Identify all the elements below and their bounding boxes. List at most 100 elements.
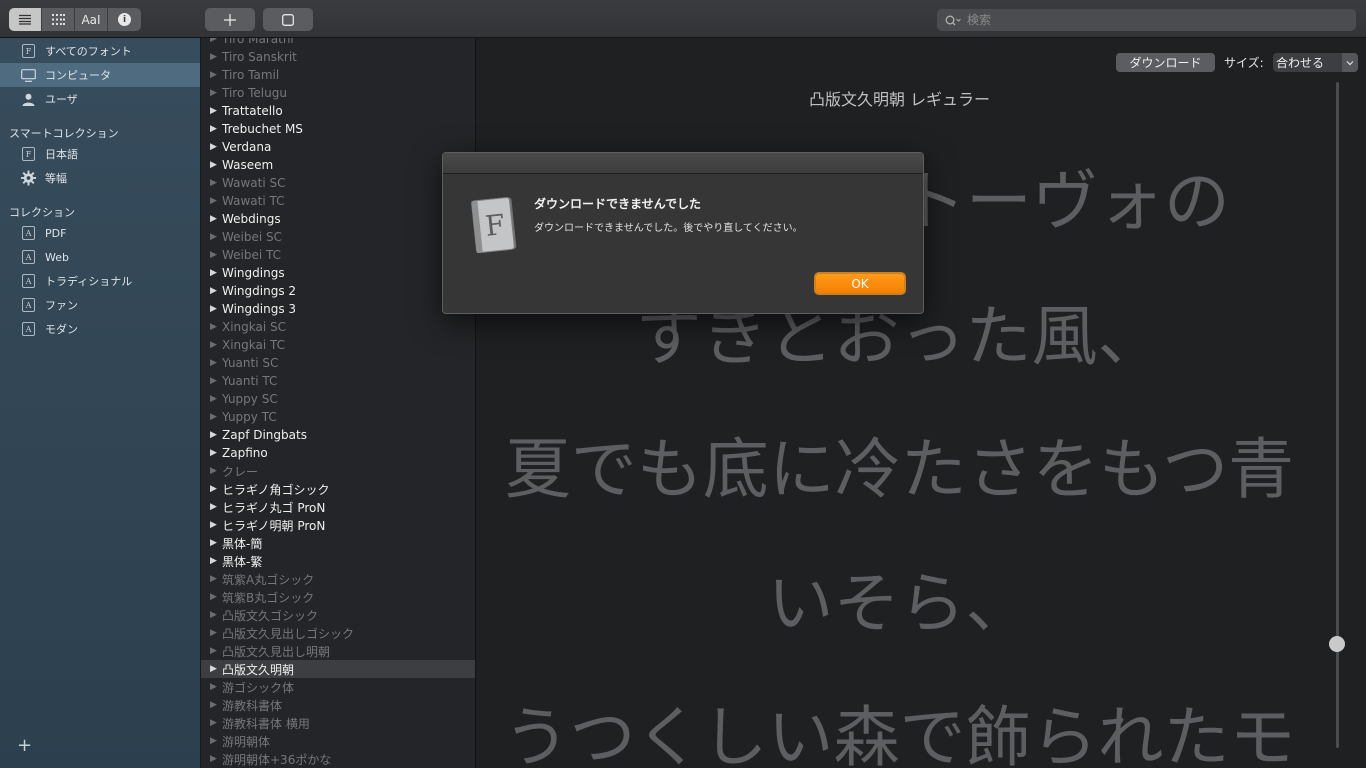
disclosure-triangle-icon[interactable]: ▶ [210, 574, 222, 584]
font-family-row[interactable]: ▶ Yuppy SC [201, 390, 475, 408]
disclosure-triangle-icon[interactable]: ▶ [210, 394, 222, 404]
font-family-row[interactable]: ▶ Tiro Sanskrit [201, 48, 475, 66]
disclosure-triangle-icon[interactable]: ▶ [210, 592, 222, 602]
font-family-row[interactable]: ▶ クレー [201, 462, 475, 480]
grid-view-button[interactable] [42, 8, 75, 31]
search-field[interactable] [937, 9, 1356, 31]
disclosure-triangle-icon[interactable]: ▶ [210, 646, 222, 656]
font-family-row[interactable]: ▶ Xingkai TC [201, 336, 475, 354]
disclosure-triangle-icon[interactable]: ▶ [210, 358, 222, 368]
disclosure-triangle-icon[interactable]: ▶ [210, 520, 222, 530]
sidebar-item-fun[interactable]: A ファン [0, 293, 200, 317]
font-family-row[interactable]: ▶ Weibei TC [201, 246, 475, 264]
list-view-button[interactable] [9, 8, 42, 31]
sidebar-item-japanese[interactable]: F 日本語 [0, 142, 200, 166]
sidebar-item-web[interactable]: A Web [0, 245, 200, 269]
font-family-row[interactable]: ▶ 凸版文久見出しゴシック [201, 624, 475, 642]
disclosure-triangle-icon[interactable]: ▶ [210, 466, 222, 476]
font-family-row[interactable]: ▶ Verdana [201, 138, 475, 156]
disclosure-triangle-icon[interactable]: ▶ [210, 502, 222, 512]
font-family-row[interactable]: ▶ Trattatello [201, 102, 475, 120]
disclosure-triangle-icon[interactable]: ▶ [210, 700, 222, 710]
disclosure-triangle-icon[interactable]: ▶ [210, 664, 222, 674]
disclosure-triangle-icon[interactable]: ▶ [210, 754, 222, 764]
add-font-button[interactable] [205, 8, 255, 31]
preview-window-button[interactable] [263, 8, 313, 31]
font-family-row[interactable]: ▶ Weibei SC [201, 228, 475, 246]
sidebar-item-modern[interactable]: A モダン [0, 317, 200, 341]
font-family-row[interactable]: ▶ Xingkai SC [201, 318, 475, 336]
disclosure-triangle-icon[interactable]: ▶ [210, 682, 222, 692]
font-family-row[interactable]: ▶ Wawati TC [201, 192, 475, 210]
disclosure-triangle-icon[interactable]: ▶ [210, 628, 222, 638]
sidebar-item-pdf[interactable]: A PDF [0, 221, 200, 245]
disclosure-triangle-icon[interactable]: ▶ [210, 160, 222, 170]
font-family-row[interactable]: ▶ 筑紫B丸ゴシック [201, 588, 475, 606]
add-collection-button[interactable]: + [17, 735, 32, 756]
disclosure-triangle-icon[interactable]: ▶ [210, 88, 222, 98]
font-family-row[interactable]: ▶ 凸版文久見出し明朝 [201, 642, 475, 660]
font-family-row[interactable]: ▶ ヒラギノ丸ゴ ProN [201, 498, 475, 516]
sample-view-button[interactable]: AaI [75, 8, 108, 31]
search-input[interactable] [967, 13, 1347, 27]
download-button[interactable]: ダウンロード [1116, 53, 1215, 72]
disclosure-triangle-icon[interactable]: ▶ [210, 448, 222, 458]
font-family-row[interactable]: ▶ 筑紫A丸ゴシック [201, 570, 475, 588]
sidebar-item-traditional[interactable]: A トラディショナル [0, 269, 200, 293]
font-family-row[interactable]: ▶ 游ゴシック体 [201, 678, 475, 696]
disclosure-triangle-icon[interactable]: ▶ [210, 304, 222, 314]
font-family-row[interactable]: ▶ Tiro Marathi [201, 38, 475, 48]
disclosure-triangle-icon[interactable]: ▶ [210, 556, 222, 566]
font-family-row[interactable]: ▶ 游教科書体 [201, 696, 475, 714]
disclosure-triangle-icon[interactable]: ▶ [210, 214, 222, 224]
font-family-row[interactable]: ▶ Trebuchet MS [201, 120, 475, 138]
disclosure-triangle-icon[interactable]: ▶ [210, 142, 222, 152]
size-select[interactable]: 合わせる [1273, 53, 1358, 72]
font-family-row[interactable]: ▶ 凸版文久ゴシック [201, 606, 475, 624]
disclosure-triangle-icon[interactable]: ▶ [210, 430, 222, 440]
font-family-row[interactable]: ▶ Wingdings 2 [201, 282, 475, 300]
disclosure-triangle-icon[interactable]: ▶ [210, 232, 222, 242]
size-slider-knob[interactable] [1329, 636, 1345, 652]
disclosure-triangle-icon[interactable]: ▶ [210, 250, 222, 260]
disclosure-triangle-icon[interactable]: ▶ [210, 38, 222, 44]
ok-button[interactable]: OK [814, 272, 906, 295]
disclosure-triangle-icon[interactable]: ▶ [210, 610, 222, 620]
font-family-row[interactable]: ▶ Yuanti TC [201, 372, 475, 390]
sidebar-item-user[interactable]: ユーザ [0, 87, 200, 111]
disclosure-triangle-icon[interactable]: ▶ [210, 124, 222, 134]
font-family-row[interactable]: ▶ Zapfino [201, 444, 475, 462]
font-family-row[interactable]: ▶ Wawati SC [201, 174, 475, 192]
sidebar-item-all-fonts[interactable]: F すべてのフォント [0, 39, 200, 63]
sidebar-item-computer[interactable]: コンピュータ [0, 63, 200, 87]
disclosure-triangle-icon[interactable]: ▶ [210, 178, 222, 188]
disclosure-triangle-icon[interactable]: ▶ [210, 268, 222, 278]
disclosure-triangle-icon[interactable]: ▶ [210, 376, 222, 386]
disclosure-triangle-icon[interactable]: ▶ [210, 340, 222, 350]
font-family-row[interactable]: ▶ Yuppy TC [201, 408, 475, 426]
font-family-row[interactable]: ▶ 游教科書体 横用 [201, 714, 475, 732]
font-family-row[interactable]: ▶ 游明朝体+36ポかな [201, 750, 475, 768]
font-family-row[interactable]: ▶ 黒体-簡 [201, 534, 475, 552]
disclosure-triangle-icon[interactable]: ▶ [210, 70, 222, 80]
sidebar-item-monospace[interactable]: 等幅 [0, 166, 200, 190]
disclosure-triangle-icon[interactable]: ▶ [210, 52, 222, 62]
font-family-row[interactable]: ▶ ヒラギノ角ゴシック [201, 480, 475, 498]
font-family-row[interactable]: ▶ Yuanti SC [201, 354, 475, 372]
disclosure-triangle-icon[interactable]: ▶ [210, 538, 222, 548]
font-family-row[interactable]: ▶ Tiro Telugu [201, 84, 475, 102]
font-family-row[interactable]: ▶ 凸版文久明朝 [201, 660, 475, 678]
disclosure-triangle-icon[interactable]: ▶ [210, 286, 222, 296]
font-family-row[interactable]: ▶ Zapf Dingbats [201, 426, 475, 444]
font-family-row[interactable]: ▶ Webdings [201, 210, 475, 228]
disclosure-triangle-icon[interactable]: ▶ [210, 196, 222, 206]
font-family-row[interactable]: ▶ 黒体-繁 [201, 552, 475, 570]
disclosure-triangle-icon[interactable]: ▶ [210, 736, 222, 746]
font-family-row[interactable]: ▶ Waseem [201, 156, 475, 174]
disclosure-triangle-icon[interactable]: ▶ [210, 106, 222, 116]
disclosure-triangle-icon[interactable]: ▶ [210, 484, 222, 494]
font-family-row[interactable]: ▶ 游明朝体 [201, 732, 475, 750]
font-family-row[interactable]: ▶ Wingdings 3 [201, 300, 475, 318]
info-view-button[interactable]: i [108, 8, 141, 31]
font-family-row[interactable]: ▶ Tiro Tamil [201, 66, 475, 84]
